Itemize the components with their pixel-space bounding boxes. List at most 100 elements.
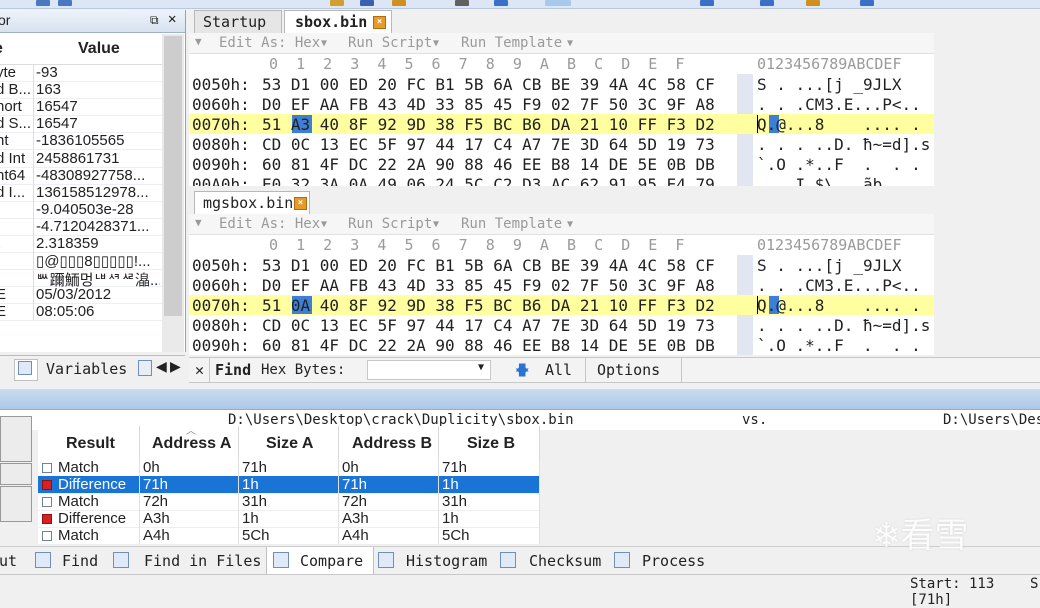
compare-row[interactable]: Match 72h 31h 72h 31h <box>38 493 540 511</box>
tab-process[interactable]: Process <box>642 552 705 570</box>
printer-icon[interactable] <box>455 0 469 6</box>
menu-arrow-icon[interactable]: ▼ <box>195 216 202 229</box>
inspector-scroll-thumb[interactable] <box>164 36 182 316</box>
address-b-column-header[interactable]: Address B <box>339 426 439 459</box>
compare-row[interactable]: Difference A3h 1h A3h 1h <box>38 510 540 528</box>
edit-as-menu[interactable]: Edit As: Hex <box>219 216 320 232</box>
chevron-down-icon[interactable]: ▼ <box>433 219 439 230</box>
hex-bytes-dropdown[interactable]: Hex Bytes: <box>261 362 345 378</box>
address-a-column-header[interactable]: Address A ︿ <box>140 426 239 459</box>
template-icon[interactable] <box>806 0 820 6</box>
save-icon[interactable] <box>36 0 50 6</box>
inspector-row[interactable]: -4.7120428371... <box>0 217 162 236</box>
edit-icon[interactable] <box>330 0 344 6</box>
hex-row[interactable]: 0090h: 60 81 4F DC 22 2A 90 88 46 EE B8 1… <box>189 154 934 174</box>
tab-startup[interactable]: Startup <box>194 10 282 33</box>
inspector-row[interactable]: nt -1836105565 <box>0 132 162 151</box>
inspector-row[interactable]: t2.318359 <box>0 235 162 253</box>
chevron-down-icon[interactable]: ▼ <box>321 38 327 49</box>
hex-row[interactable]: 0060h: D0 EF AA FB 43 4D 33 85 45 F9 02 7… <box>189 94 934 114</box>
hex-row-ascii[interactable]: . . . ..D. ħ~=d].s <box>757 316 930 335</box>
inspector-row[interactable]: -9.040503e-28 <box>0 200 162 219</box>
tab-compare[interactable]: Compare <box>300 552 363 570</box>
compare-side-button-1[interactable] <box>0 416 32 462</box>
find-previous-arrow-icon[interactable]: 🡅 <box>515 360 529 384</box>
menu-arrow-icon[interactable]: ▼ <box>195 35 202 48</box>
inspector-row[interactable]: nt64 -48308927758... <box>0 166 162 185</box>
tab-close-icon[interactable]: × <box>373 16 386 29</box>
hex-row-bytes[interactable]: E0 32 3A 0A 49 06 24 5C C2 D3 AC 62 91 9… <box>262 175 715 186</box>
hex-row-bytes[interactable]: 60 81 4F DC 22 2A 90 88 46 EE B8 14 DE 5… <box>262 336 715 355</box>
compare-row[interactable]: Match A4h 5Ch A4h 5Ch <box>38 527 540 545</box>
hex-row-ascii[interactable]: S . ...[j _9JLX <box>757 75 902 94</box>
pencil-icon[interactable] <box>392 0 406 6</box>
hex-row[interactable]: 0080h: CD 0C 13 EC 5F 97 44 17 C4 A7 7E 3… <box>189 134 934 154</box>
scroll-right-icon[interactable]: ▶ <box>170 358 181 375</box>
hex-row[interactable]: 0080h: CD 0C 13 EC 5F 97 44 17 C4 A7 7E 3… <box>189 315 934 335</box>
hex-row[interactable]: 0050h: 53 D1 00 ED 20 FC B1 5B 6A CB BE 3… <box>189 255 934 275</box>
calc-icon[interactable] <box>700 0 714 6</box>
ruler-icon[interactable] <box>760 0 774 6</box>
tab-find[interactable]: Find <box>62 552 98 570</box>
inspector-row[interactable]: ᄥ躎鮞멍ᄖᄸᄰ㵿... <box>0 269 162 289</box>
chevron-down-icon[interactable]: ▼ <box>567 219 573 230</box>
find-history-chevron-icon[interactable]: ▼ <box>478 362 484 373</box>
hex-row[interactable]: 0070h: 51 0A 40 8F 92 9D 38 F5 BC B6 DA 2… <box>189 295 934 315</box>
tab-sbox[interactable]: sbox.bin × <box>284 10 392 33</box>
tab-histogram[interactable]: Histogram <box>406 552 487 570</box>
hex-row-bytes[interactable]: 60 81 4F DC 22 2A 90 88 46 EE B8 14 DE 5… <box>262 155 715 174</box>
compare-side-button-3[interactable] <box>0 486 32 522</box>
tab-checksum[interactable]: Checksum <box>529 552 601 570</box>
name-column-header[interactable]: e <box>0 40 3 58</box>
compare-side-button-2[interactable] <box>0 463 32 485</box>
close-icon[interactable]: ✕ <box>168 11 176 27</box>
hex-pane-sbox[interactable]: 0050h: 53 D1 00 ED 20 FC B1 5B 6A CB BE 3… <box>189 74 934 186</box>
result-column-header[interactable]: Result <box>38 426 140 459</box>
hex-row-bytes[interactable]: 53 D1 00 ED 20 FC B1 5B 6A CB BE 39 4A 4… <box>262 256 715 275</box>
chevron-down-icon[interactable]: ▼ <box>433 38 439 49</box>
hex-row-ascii[interactable]: `.O .*..F . . . <box>757 336 921 355</box>
inspector-row[interactable]: ▯@▯▯▯8▯▯▯▯▯!... <box>0 252 162 271</box>
tab-find-in-files[interactable]: Find in Files <box>144 552 261 570</box>
hex-row-bytes[interactable]: 53 D1 00 ED 20 FC B1 5B 6A CB BE 39 4A 4… <box>262 75 715 94</box>
size-b-column-header[interactable]: Size B <box>439 426 540 459</box>
find-input[interactable] <box>367 360 491 380</box>
inspector-row[interactable]: E 08:05:06 <box>0 303 162 322</box>
tab-close-icon[interactable]: × <box>294 197 307 210</box>
options-button[interactable]: Options <box>597 361 660 379</box>
run-template-menu[interactable]: Run Template <box>461 35 562 51</box>
hex-row-ascii[interactable]: . . . ..D. ħ~=d].s <box>757 135 930 154</box>
hex-row-ascii[interactable]: . . .CM3.E...P<.. <box>757 95 921 114</box>
hex-row-bytes[interactable]: D0 EF AA FB 43 4D 33 85 45 F9 02 7F 50 3… <box>262 95 715 114</box>
hex-row[interactable]: 0050h: 53 D1 00 ED 20 FC B1 5B 6A CB BE 3… <box>189 74 934 94</box>
size-a-column-header[interactable]: Size A <box>239 426 339 459</box>
view-mode-icon[interactable] <box>545 0 571 6</box>
hex-row[interactable]: 0090h: 60 81 4F DC 22 2A 90 88 46 EE B8 1… <box>189 335 934 355</box>
hex-row-bytes[interactable]: 51 A3 40 8F 92 9D 38 F5 BC B6 DA 21 10 F… <box>262 115 715 134</box>
panel-tab-icon[interactable] <box>138 360 152 376</box>
hex-row[interactable]: 0060h: D0 EF AA FB 43 4D 33 85 45 F9 02 7… <box>189 275 934 295</box>
compare-row[interactable]: Match 0h 71h 0h 71h <box>38 459 540 477</box>
hex-row-bytes[interactable]: CD 0C 13 EC 5F 97 44 17 C4 A7 7E 3D 64 5… <box>262 135 715 154</box>
find-all-button[interactable]: All <box>545 361 572 379</box>
hex-row[interactable]: 00A0h: E0 32 3A 0A 49 06 24 5C C2 D3 AC 6… <box>189 174 934 186</box>
compare-row[interactable]: Difference 71h 1h 71h 1h <box>38 476 540 494</box>
inspector-row[interactable]: d B... 163 <box>0 81 162 100</box>
inspector-row[interactable]: d I... 136158512978... <box>0 183 162 202</box>
font-icon[interactable] <box>360 0 374 6</box>
close-find-icon[interactable]: ✕ <box>195 361 204 379</box>
hex-row-bytes[interactable]: D0 EF AA FB 43 4D 33 85 45 F9 02 7F 50 3… <box>262 276 715 295</box>
tool-icon[interactable] <box>494 0 508 6</box>
variables-tab[interactable]: Variables <box>46 360 127 378</box>
value-column-header[interactable]: Value <box>78 40 120 58</box>
tab-output[interactable]: ut <box>0 552 17 570</box>
hex-row-ascii[interactable]: S . ...[j _9JLX <box>757 256 902 275</box>
hex-row-ascii[interactable]: Q.@...8 .... . <box>757 115 921 134</box>
inspector-row[interactable]: d S... 16547 <box>0 115 162 134</box>
inspector-row[interactable]: E 05/03/2012 <box>0 286 162 305</box>
inspector-row[interactable]: d Int 2458861731 <box>0 149 162 168</box>
hex-row-ascii[interactable]: Q.@...8 .... . <box>757 296 921 315</box>
tab-mgsbox[interactable]: mgsbox.bin × <box>194 191 310 214</box>
inspector-row[interactable]: hort 16547 <box>0 98 162 117</box>
scroll-left-icon[interactable]: ◀ <box>156 358 167 375</box>
